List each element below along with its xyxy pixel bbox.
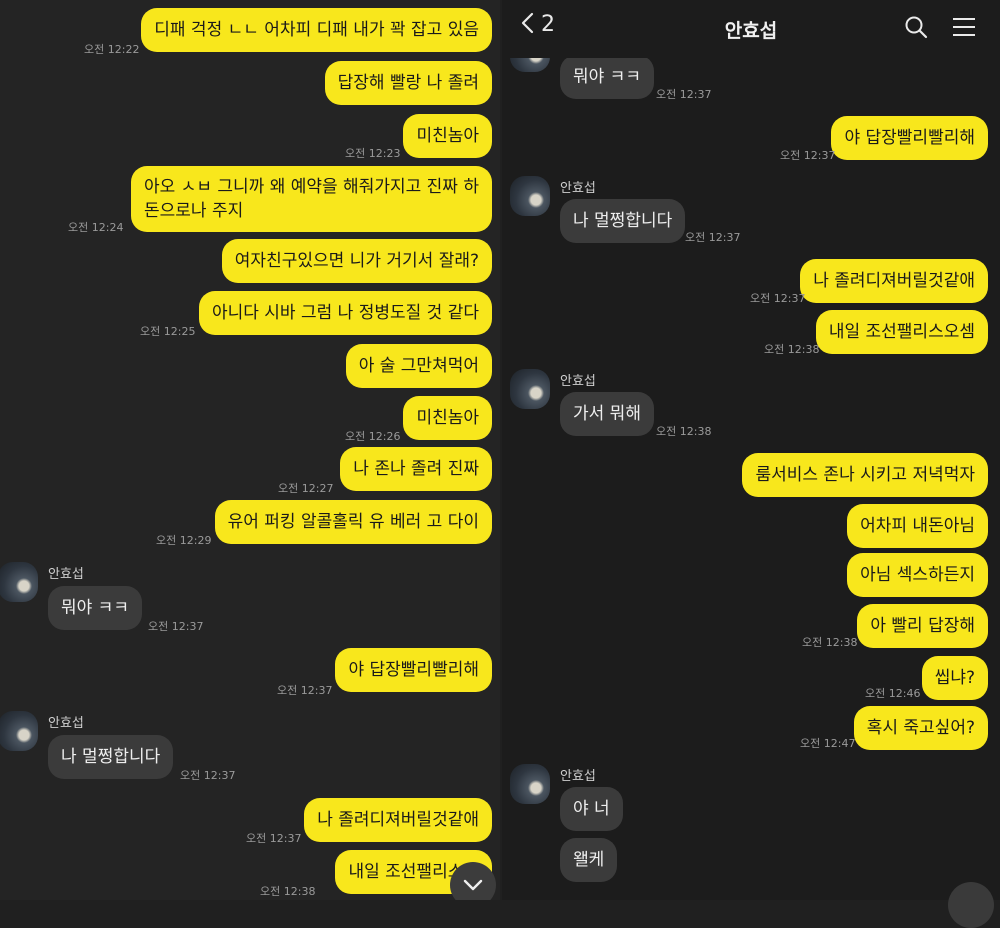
message-bubble[interactable]: 아 빨리 답장해 [857,604,988,648]
message-bubble[interactable]: 어차피 내돈아님 [847,504,988,548]
message-bubble[interactable]: 디패 걱정 ㄴㄴ 어차피 디패 내가 꽉 잡고 있음 [141,8,492,52]
message-time: 오전 12:26 [345,430,401,443]
search-icon [905,16,928,39]
message-time: 오전 12:38 [802,636,858,649]
message-time: 오전 12:38 [764,343,820,356]
message-time: 오전 12:46 [865,687,921,700]
message-bubble[interactable]: 나 존나 졸려 진짜 [340,447,492,491]
avatar[interactable] [510,369,550,409]
message-time: 오전 12:47 [800,737,856,750]
message-time: 오전 12:37 [750,292,806,305]
message-time: 오전 12:24 [68,221,124,234]
message-time: 오전 12:37 [780,149,836,162]
message-bubble[interactable]: 아니다 시바 그럼 나 정병도질 것 같다 [198,291,492,335]
left-chat-pane[interactable]: 디패 걱정 ㄴㄴ 어차피 디패 내가 꽉 잡고 있음 오전 12:22 답장해 … [0,0,500,900]
message-time: 오전 12:38 [656,425,712,438]
message-bubble[interactable]: 미친놈아 [403,114,492,158]
message-bubble[interactable]: 혹시 죽고싶어? [853,706,988,750]
chat-header: 2 안효섭 [502,0,1000,58]
message-bubble[interactable]: 뭐야 ㅋㅋ [48,586,142,630]
message-time: 오전 12:37 [656,88,712,101]
search-button[interactable] [903,14,929,44]
message-bubble[interactable]: 나 졸려디져버릴것같애 [800,259,988,303]
message-bubble[interactable]: 왤케 [560,838,618,882]
sender-name: 안효섭 [48,716,84,731]
sender-name: 안효섭 [48,567,84,582]
message-time: 오전 12:37 [246,832,302,845]
floating-button[interactable] [948,882,994,928]
scroll-down-button[interactable] [450,862,496,900]
message-bubble[interactable]: 유어 퍼킹 알콜홀릭 유 베러 고 다이 [214,500,492,544]
message-bubble[interactable]: 야 너 [560,787,623,831]
avatar[interactable] [0,711,38,751]
message-bubble[interactable]: 야 답장빨리빨리해 [831,116,988,160]
message-bubble[interactable]: 나 멀쩡합니다 [48,735,174,779]
message-bubble[interactable]: 가서 뭐해 [560,392,654,436]
message-time: 오전 12:23 [345,147,401,160]
chevron-down-icon [463,879,483,891]
message-time: 오전 12:27 [278,482,334,495]
message-time: 오전 12:37 [685,231,741,244]
sender-name: 안효섭 [560,769,596,784]
message-bubble[interactable]: 아 술 그만쳐먹어 [345,344,492,388]
sender-name: 안효섭 [560,374,596,389]
message-bubble[interactable]: 야 답장빨리빨리해 [335,648,492,692]
message-time: 오전 12:37 [277,684,333,697]
message-bubble[interactable]: 아오 ㅅㅂ 그니까 왜 예약을 해줘가지고 진짜 하 돈으로나 주지 [131,166,492,232]
avatar[interactable] [0,562,38,602]
message-time: 오전 12:29 [156,534,212,547]
message-time: 오전 12:38 [260,885,316,898]
message-time: 오전 12:22 [84,43,140,56]
avatar[interactable] [510,764,550,804]
message-bubble[interactable]: 아님 섹스하든지 [847,553,988,597]
message-bubble[interactable]: 내일 조선팰리스오셈 [815,310,988,354]
right-chat-pane[interactable]: 뭐야 ㅋㅋ 오전 12:37 야 답장빨리빨리해 오전 12:37 안효섭 나 … [502,0,1000,900]
message-bubble[interactable]: 나 멀쩡합니다 [560,199,686,243]
menu-button[interactable] [951,14,977,44]
menu-icon [953,18,975,36]
message-bubble[interactable]: 룸서비스 존나 시키고 저녁먹자 [742,453,988,497]
sender-name: 안효섭 [560,181,596,196]
message-bubble[interactable]: 뭐야 ㅋㅋ [560,55,654,99]
message-bubble[interactable]: 나 졸려디져버릴것같애 [304,798,492,842]
message-time: 오전 12:25 [140,325,196,338]
message-bubble[interactable]: 미친놈아 [403,396,492,440]
message-time: 오전 12:37 [148,620,204,633]
message-bubble[interactable]: 답장해 빨랑 나 졸려 [324,61,492,105]
message-time: 오전 12:37 [180,769,236,782]
message-bubble[interactable]: 여자친구있으면 니가 거기서 잘래? [221,239,492,283]
avatar[interactable] [510,176,550,216]
message-bubble[interactable]: 씹냐? [921,656,988,700]
